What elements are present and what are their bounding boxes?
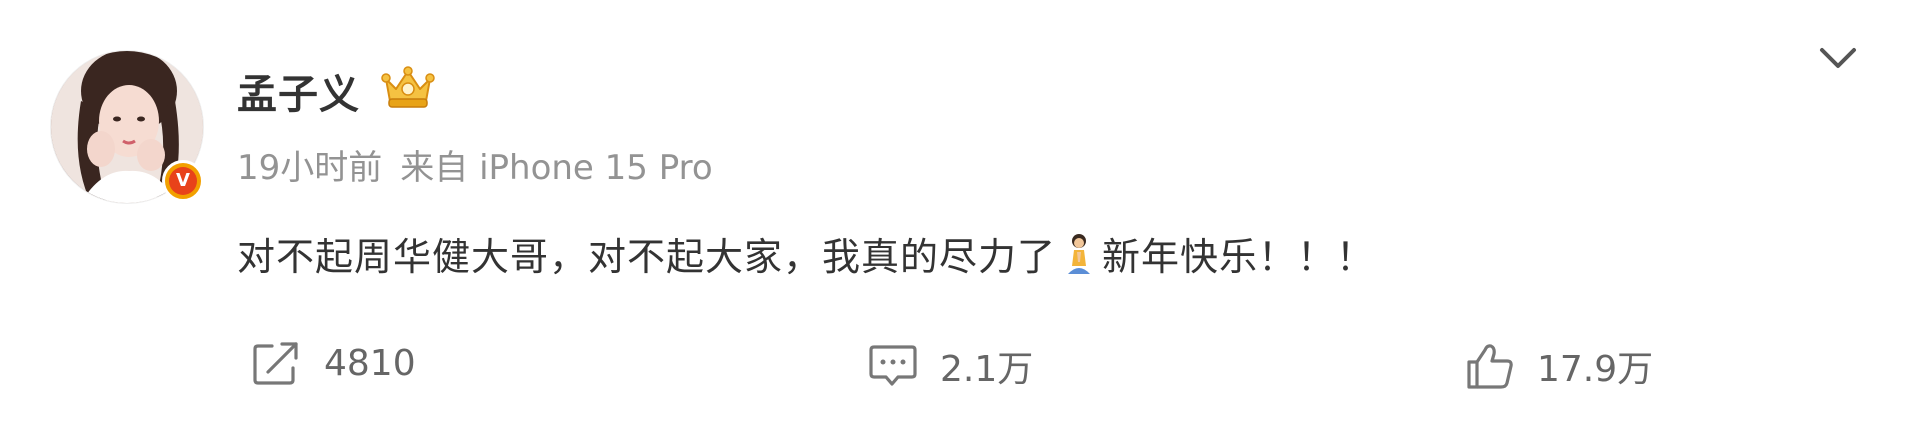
comment-button[interactable]: 2.1万 [868, 340, 1033, 392]
weibo-post-card: V 孟子义 19小时前 来自 iPhone 15 Pro 对不起周华健大哥，对不… [0, 0, 1920, 423]
post-text-part1: 对不起周华健大哥，对不起大家，我真的尽力了 [237, 235, 1057, 279]
comment-icon [869, 345, 917, 386]
username[interactable]: 孟子义 [237, 62, 360, 120]
repost-count: 4810 [324, 342, 416, 384]
comment-count: 2.1万 [940, 349, 1034, 390]
post-text-part2: 新年快乐！！！ [1102, 235, 1376, 279]
post-text: 对不起周华健大哥，对不起大家，我真的尽力了 新年快乐！！！ [237, 226, 1375, 281]
action-bar: 4810 2.1万 17.9万 [0, 340, 1920, 390]
like-count: 17.9万 [1537, 349, 1654, 390]
chevron-down-icon[interactable] [1816, 40, 1860, 74]
like-thumb-icon [1467, 344, 1513, 389]
verified-badge-icon: V [162, 160, 204, 202]
like-button[interactable]: 17.9万 [1465, 340, 1653, 392]
post-meta: 19小时前 来自 iPhone 15 Pro [237, 140, 713, 189]
post-time[interactable]: 19小时前 [237, 140, 382, 189]
verified-badge-label: V [169, 167, 197, 195]
repost-icon [253, 342, 298, 385]
praying-person-emoji [1068, 233, 1091, 274]
repost-button[interactable]: 4810 [252, 340, 416, 386]
vip-crown-icon[interactable] [380, 65, 436, 111]
post-source: 来自 iPhone 15 Pro [400, 148, 713, 188]
